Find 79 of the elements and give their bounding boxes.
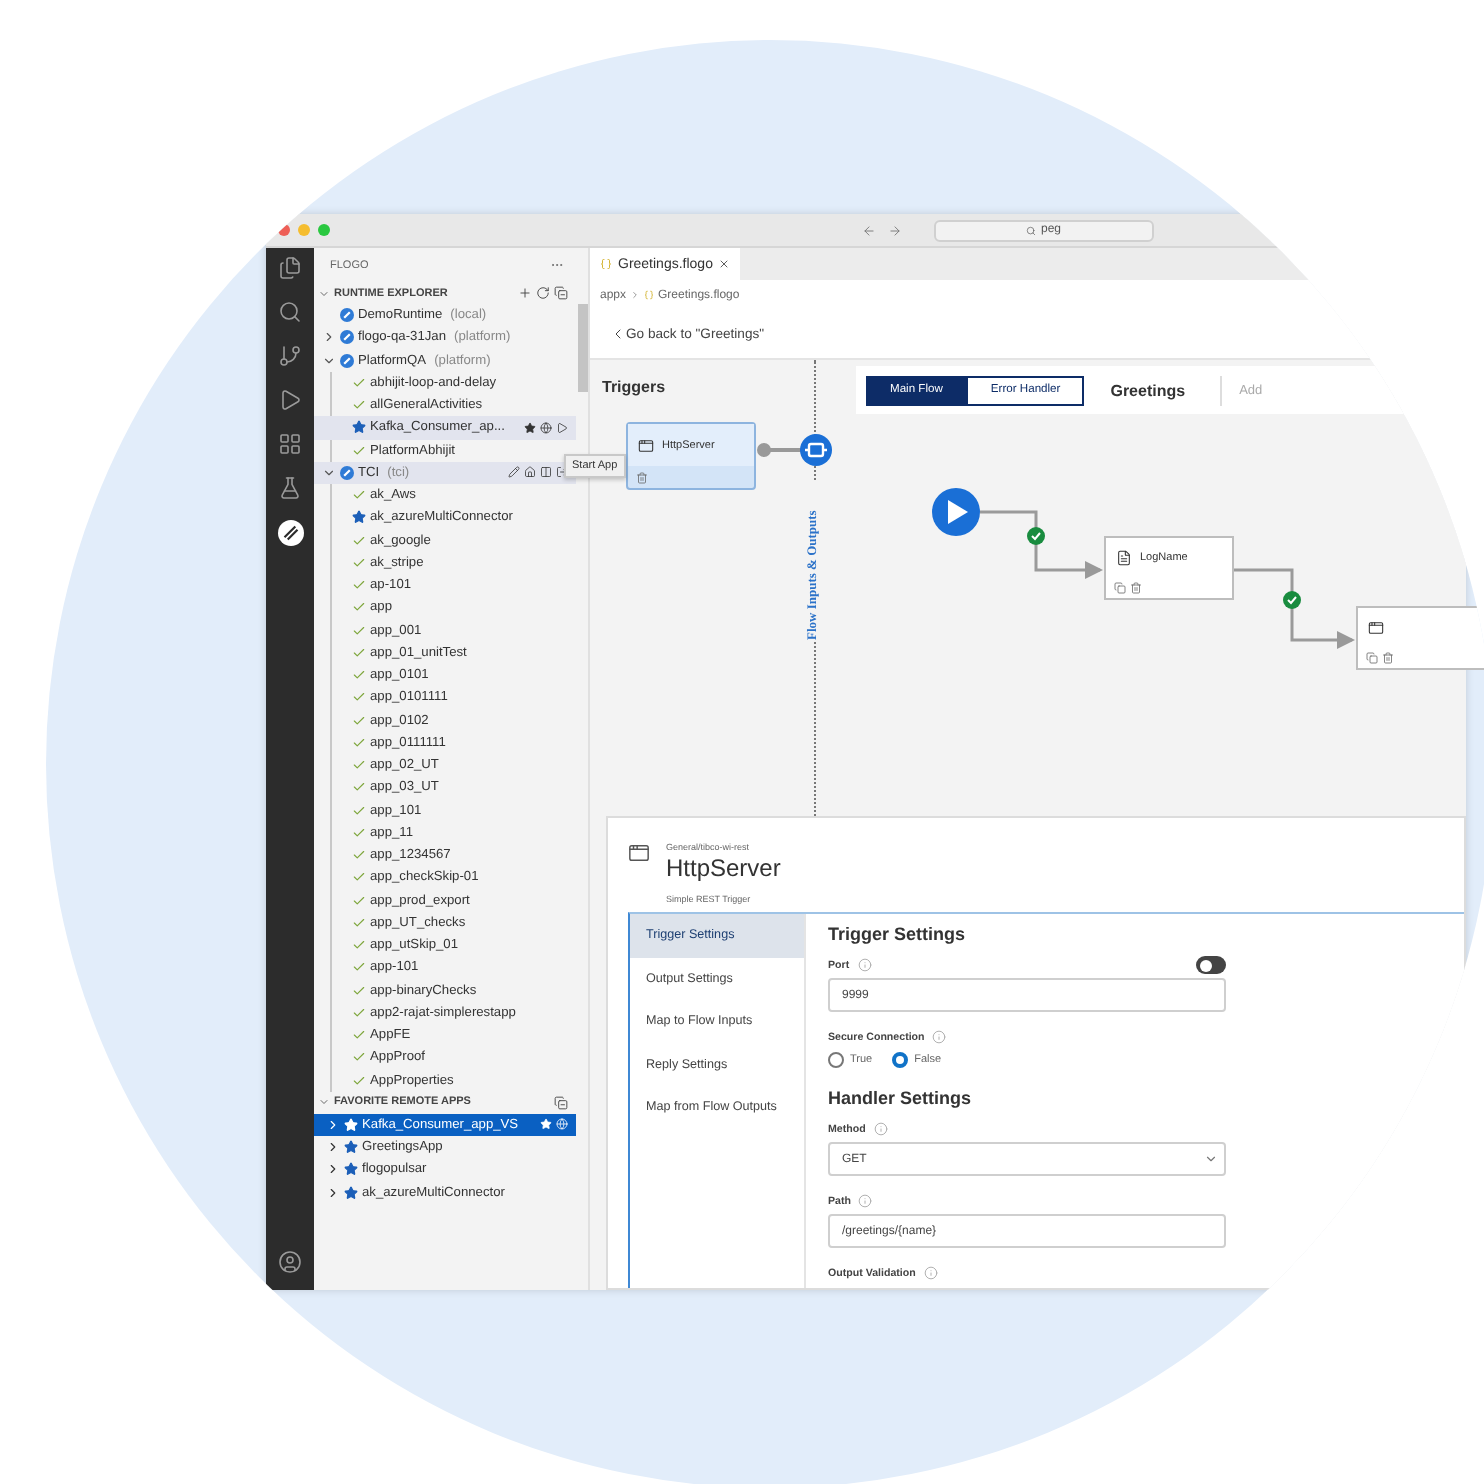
copy-icon [1366,651,1378,663]
log-icon [1116,549,1132,565]
run-icon [278,388,302,412]
chevron-down-icon [318,287,330,299]
files-icon [278,256,302,280]
export-icon [556,466,568,479]
search-icon [278,300,302,324]
home-icon [524,466,536,479]
info-icon [932,1030,947,1044]
star-icon [344,1140,358,1155]
chevron-right-icon [630,290,641,300]
search-icon [1026,225,1037,235]
check-icon [352,488,366,503]
panel-title: HttpServer [666,854,781,882]
chevron-down-icon[interactable] [322,353,336,368]
trash-icon [636,471,648,483]
collapse-icon [554,286,568,300]
window-icon [628,842,650,864]
star-icon [352,420,366,435]
mapper-icon [1368,619,1384,635]
globe-icon [540,421,552,434]
braces-icon [644,290,655,300]
star-icon [344,1117,358,1132]
flask-icon [278,476,302,500]
flow-io-icon[interactable] [800,434,832,466]
trigger-connector [756,440,804,460]
star-icon [352,510,366,525]
pencil-icon [508,466,520,479]
trash-icon [1130,581,1142,593]
chevron-right-icon[interactable] [322,330,336,345]
check-icon [352,443,366,458]
chevron-left-icon [610,326,626,342]
zoom-dot[interactable] [318,224,330,236]
play-icon [556,421,568,434]
runtime-icon [340,353,354,368]
logo-icon[interactable] [277,520,303,546]
close-icon [718,258,731,270]
info-icon [858,1194,873,1208]
flow-name: Greetings [1110,381,1186,399]
braces-icon [600,258,612,270]
chevron-down-icon [318,1096,330,1109]
chevron-down-icon[interactable] [322,465,336,480]
runtime-icon [340,465,354,480]
scrollbar[interactable] [578,304,588,392]
copy-icon [1114,581,1126,593]
refresh-icon [536,286,550,300]
success-pin-icon [1027,527,1045,545]
star-icon [344,1162,358,1177]
window-icon [638,437,654,453]
add-icon [518,286,532,300]
forward-icon [888,223,902,237]
runtime-icon [340,330,354,345]
play-icon[interactable] [932,488,980,536]
back-icon [862,223,876,237]
success-pin-icon [1283,591,1301,609]
activity-node[interactable] [1356,606,1484,670]
flow-connector [980,510,1103,579]
info-icon [923,1266,938,1280]
collapse-icon [554,1095,568,1110]
info-icon [873,1122,888,1136]
minimize-dot[interactable] [298,224,310,236]
account-icon [278,1250,302,1274]
flow-connector [1234,568,1355,649]
close-dot[interactable] [278,224,290,236]
triggers-title: Triggers [602,378,666,396]
star-icon [524,421,536,434]
star-icon [540,1118,552,1131]
columns-icon [540,466,552,479]
chevron-down-icon [1204,1152,1218,1166]
section-heading: Handler Settings [828,1088,974,1108]
globe-icon [556,1118,568,1131]
section-heading: Trigger Settings [828,924,968,944]
branch-icon [278,344,302,368]
toggle-switch[interactable] [1196,956,1226,974]
info-icon [857,958,872,972]
star-icon [344,1185,358,1200]
extensions-icon [278,432,302,456]
runtime-icon [340,308,354,323]
trash-icon [1382,651,1394,663]
